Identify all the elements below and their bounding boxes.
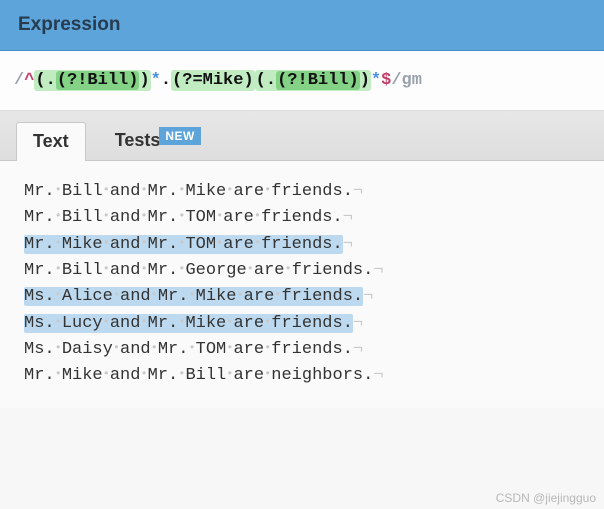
whitespace-dot-icon: •: [226, 341, 233, 355]
whitespace-dot-icon: •: [55, 236, 62, 250]
whitespace-dot-icon: •: [140, 236, 147, 250]
whitespace-dot-icon: •: [140, 183, 147, 197]
test-line-content: Ms.•Alice•and•Mr.•Mike•are•friends.: [24, 287, 363, 306]
whitespace-dot-icon: •: [103, 315, 110, 329]
whitespace-dot-icon: •: [188, 288, 195, 302]
test-line: Mr.•Mike•and•Mr.•Bill•are•neighbors.¬: [24, 363, 580, 389]
test-line-content: Mr.•Bill•and•Mr.•Mike•are•friends.: [24, 182, 353, 201]
test-line: Ms.•Alice•and•Mr.•Mike•are•friends.¬: [24, 284, 580, 310]
regex-group-2: (.(?!Bill)): [255, 70, 371, 91]
whitespace-dot-icon: •: [55, 367, 62, 381]
watermark: CSDN @jiejingguo: [496, 491, 596, 505]
test-line-content: Mr.•Bill•and•Mr.•TOM•are•friends.: [24, 208, 343, 227]
whitespace-dot-icon: •: [264, 341, 271, 355]
expression-title: Expression: [18, 14, 586, 36]
expression-header: Expression: [0, 0, 604, 51]
whitespace-dot-icon: •: [236, 288, 243, 302]
whitespace-dot-icon: •: [274, 288, 281, 302]
whitespace-dot-icon: •: [226, 367, 233, 381]
whitespace-dot-icon: •: [140, 315, 147, 329]
whitespace-dot-icon: •: [113, 288, 120, 302]
whitespace-dot-icon: •: [178, 262, 185, 276]
whitespace-dot-icon: •: [264, 315, 271, 329]
tab-tests[interactable]: Tests NEW: [98, 121, 218, 160]
test-text-area[interactable]: Mr.•Bill•and•Mr.•Mike•are•friends.¬Mr.•B…: [0, 161, 604, 408]
whitespace-dot-icon: •: [226, 183, 233, 197]
whitespace-dot-icon: •: [103, 367, 110, 381]
regex-delim-open: /: [14, 71, 24, 90]
regex-expression[interactable]: /^(.(?!Bill))*.(?=Mike)(.(?!Bill))*$/gm: [14, 71, 590, 90]
regex-flags: gm: [402, 71, 422, 90]
whitespace-dot-icon: •: [188, 341, 195, 355]
badge-new: NEW: [159, 127, 201, 145]
whitespace-dot-icon: •: [140, 262, 147, 276]
test-line-content: Mr.•Mike•and•Mr.•Bill•are•neighbors.: [24, 366, 373, 385]
test-line-content: Ms.•Lucy•and•Mr.•Mike•are•friends.: [24, 314, 353, 333]
regex-neg-lookahead-2: (?!Bill): [276, 71, 360, 90]
eol-icon: ¬: [373, 261, 383, 280]
whitespace-dot-icon: •: [264, 183, 271, 197]
eol-icon: ¬: [343, 208, 353, 227]
whitespace-dot-icon: •: [226, 315, 233, 329]
test-line: Mr.•Bill•and•Mr.•Mike•are•friends.¬: [24, 179, 580, 205]
whitespace-dot-icon: •: [254, 209, 261, 223]
test-line: Mr.•Mike•and•Mr.•TOM•are•friends.¬: [24, 232, 580, 258]
test-line-content: Mr.•Bill•and•Mr.•George•are•friends.: [24, 261, 373, 280]
eol-icon: ¬: [373, 366, 383, 385]
regex-quant-star-1: *: [151, 71, 161, 90]
whitespace-dot-icon: •: [264, 367, 271, 381]
expression-area: /^(.(?!Bill))*.(?=Mike)(.(?!Bill))*$/gm: [0, 51, 604, 111]
whitespace-dot-icon: •: [247, 262, 254, 276]
whitespace-dot-icon: •: [216, 209, 223, 223]
whitespace-dot-icon: •: [103, 262, 110, 276]
regex-pos-lookahead: (?=Mike): [171, 70, 255, 91]
whitespace-dot-icon: •: [284, 262, 291, 276]
eol-icon: ¬: [353, 314, 363, 333]
whitespace-dot-icon: •: [103, 183, 110, 197]
eol-icon: ¬: [343, 235, 353, 254]
whitespace-dot-icon: •: [55, 183, 62, 197]
whitespace-dot-icon: •: [113, 341, 120, 355]
whitespace-dot-icon: •: [178, 183, 185, 197]
whitespace-dot-icon: •: [151, 341, 158, 355]
test-line: Mr.•Bill•and•Mr.•George•are•friends.¬: [24, 258, 580, 284]
test-line: Ms.•Lucy•and•Mr.•Mike•are•friends.¬: [24, 311, 580, 337]
whitespace-dot-icon: •: [216, 236, 223, 250]
regex-anchor-start: ^: [24, 71, 34, 90]
regex-group-1: (.(?!Bill)): [34, 70, 150, 91]
tab-text[interactable]: Text: [16, 122, 86, 161]
whitespace-dot-icon: •: [254, 236, 261, 250]
whitespace-dot-icon: •: [103, 236, 110, 250]
whitespace-dot-icon: •: [55, 209, 62, 223]
whitespace-dot-icon: •: [140, 209, 147, 223]
whitespace-dot-icon: •: [178, 367, 185, 381]
regex-neg-lookahead-1: (?!Bill): [56, 71, 140, 90]
test-line-content: Ms.•Daisy•and•Mr.•TOM•are•friends.: [24, 340, 353, 359]
eol-icon: ¬: [353, 340, 363, 359]
test-line: Ms.•Daisy•and•Mr.•TOM•are•friends.¬: [24, 337, 580, 363]
eol-icon: ¬: [353, 182, 363, 201]
whitespace-dot-icon: •: [178, 209, 185, 223]
whitespace-dot-icon: •: [55, 341, 62, 355]
whitespace-dot-icon: •: [55, 315, 62, 329]
regex-anchor-end: $: [381, 71, 391, 90]
regex-quant-star-2: *: [371, 71, 381, 90]
whitespace-dot-icon: •: [55, 262, 62, 276]
whitespace-dot-icon: •: [151, 288, 158, 302]
whitespace-dot-icon: •: [140, 367, 147, 381]
whitespace-dot-icon: •: [178, 315, 185, 329]
eol-icon: ¬: [363, 287, 373, 306]
test-line: Mr.•Bill•and•Mr.•TOM•are•friends.¬: [24, 205, 580, 231]
test-line-content: Mr.•Mike•and•Mr.•TOM•are•friends.: [24, 235, 343, 254]
regex-delim-close: /: [391, 71, 401, 90]
whitespace-dot-icon: •: [55, 288, 62, 302]
tabs-bar: Text Tests NEW: [0, 111, 604, 161]
whitespace-dot-icon: •: [103, 209, 110, 223]
whitespace-dot-icon: •: [178, 236, 185, 250]
